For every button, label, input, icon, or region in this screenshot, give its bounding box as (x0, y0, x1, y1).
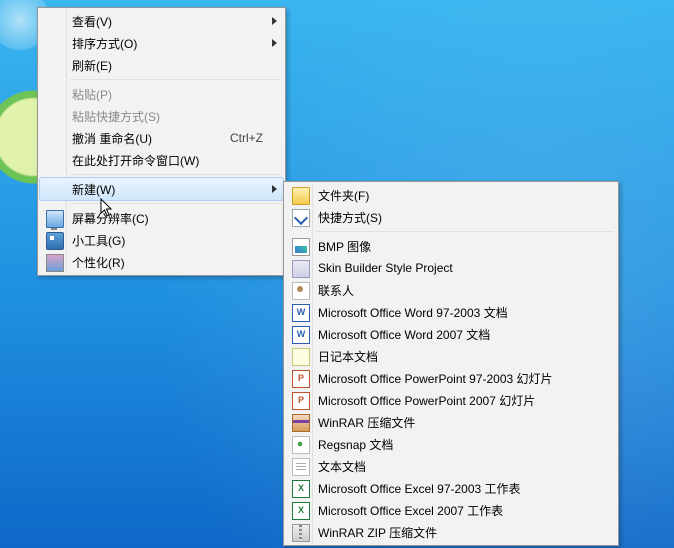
new-excel-2007[interactable]: X Microsoft Office Excel 2007 工作表 (286, 499, 616, 521)
menu-item-label: Skin Builder Style Project (318, 261, 596, 275)
new-ppt-97-2003[interactable]: P Microsoft Office PowerPoint 97-2003 幻灯片 (286, 367, 616, 389)
menu-item-label: 联系人 (318, 282, 596, 299)
menu-item-label: Microsoft Office Word 2007 文档 (318, 326, 596, 343)
new-ppt-2007[interactable]: P Microsoft Office PowerPoint 2007 幻灯片 (286, 389, 616, 411)
new-contact[interactable]: 联系人 (286, 279, 616, 301)
new-folder[interactable]: 文件夹(F) (286, 184, 616, 206)
journal-icon (292, 348, 310, 366)
monitor-icon (46, 210, 64, 228)
menu-item-label: Microsoft Office Excel 2007 工作表 (318, 502, 596, 519)
new-word-97-2003[interactable]: W Microsoft Office Word 97-2003 文档 (286, 301, 616, 323)
winrar-icon (292, 414, 310, 432)
menu-item-label: WinRAR ZIP 压缩文件 (318, 524, 596, 541)
menu-new[interactable]: 新建(W) (39, 177, 284, 201)
menu-item-label: 在此处打开命令窗口(W) (72, 152, 263, 169)
new-shortcut[interactable]: 快捷方式(S) (286, 206, 616, 228)
menu-item-label: 文本文档 (318, 458, 596, 475)
desktop-context-menu[interactable]: 查看(V) 排序方式(O) 刷新(E) 粘贴(P) 粘贴快捷方式(S) 撤消 重命名(U)… (37, 7, 286, 276)
menu-item-label: 个性化(R) (72, 254, 263, 271)
submenu-arrow-icon (272, 185, 277, 193)
menu-separator (70, 174, 281, 175)
menu-item-label: 排序方式(O) (72, 35, 263, 52)
text-file-icon (292, 458, 310, 476)
menu-item-label: 刷新(E) (72, 57, 263, 74)
menu-sort-by[interactable]: 排序方式(O) (40, 32, 283, 54)
new-journal[interactable]: 日记本文档 (286, 345, 616, 367)
menu-item-label: 快捷方式(S) (318, 209, 596, 226)
new-bmp-image[interactable]: BMP 图像 (286, 235, 616, 257)
menu-item-shortcut: Ctrl+Z (212, 131, 263, 145)
word-doc-icon: W (292, 304, 310, 322)
menu-item-label: 文件夹(F) (318, 187, 596, 204)
menu-refresh[interactable]: 刷新(E) (40, 54, 283, 76)
menu-item-label: 新建(W) (72, 181, 263, 198)
menu-separator (70, 203, 281, 204)
menu-item-label: 查看(V) (72, 13, 263, 30)
new-submenu[interactable]: 文件夹(F) 快捷方式(S) BMP 图像 Skin Builder Style Pr… (283, 181, 619, 546)
menu-undo-rename[interactable]: 撤消 重命名(U)Ctrl+Z (40, 127, 283, 149)
menu-item-label: 日记本文档 (318, 348, 596, 365)
menu-item-label: 撤消 重命名(U) (72, 130, 212, 147)
skin-project-icon (292, 260, 310, 278)
bmp-icon (292, 238, 310, 256)
menu-item-label: Microsoft Office Excel 97-2003 工作表 (318, 480, 596, 497)
new-winrar-zip[interactable]: WinRAR ZIP 压缩文件 (286, 521, 616, 543)
menu-view[interactable]: 查看(V) (40, 10, 283, 32)
excel-xlsx-icon: X (292, 502, 310, 520)
menu-item-label: 粘贴(P) (72, 86, 263, 103)
excel-xls-icon: X (292, 480, 310, 498)
menu-item-label: Microsoft Office Word 97-2003 文档 (318, 304, 596, 321)
gadget-icon (46, 232, 64, 250)
menu-separator (316, 231, 614, 232)
folder-icon (292, 187, 310, 205)
menu-personalize[interactable]: 个性化(R) (40, 251, 283, 273)
desktop: 查看(V) 排序方式(O) 刷新(E) 粘贴(P) 粘贴快捷方式(S) 撤消 重命名(U)… (0, 0, 674, 548)
menu-item-label: 屏幕分辨率(C) (72, 210, 263, 227)
menu-gadgets[interactable]: 小工具(G) (40, 229, 283, 251)
submenu-arrow-icon (272, 17, 277, 25)
new-regsnap[interactable]: Regsnap 文档 (286, 433, 616, 455)
menu-item-label: BMP 图像 (318, 238, 596, 255)
word-docx-icon: W (292, 326, 310, 344)
personalize-icon (46, 254, 64, 272)
menu-open-cmd-here[interactable]: 在此处打开命令窗口(W) (40, 149, 283, 171)
shortcut-icon (292, 209, 310, 227)
powerpoint-ppt-icon: P (292, 370, 310, 388)
submenu-arrow-icon (272, 39, 277, 47)
new-text-document[interactable]: 文本文档 (286, 455, 616, 477)
powerpoint-pptx-icon: P (292, 392, 310, 410)
new-word-2007[interactable]: W Microsoft Office Word 2007 文档 (286, 323, 616, 345)
menu-item-label: WinRAR 压缩文件 (318, 414, 596, 431)
menu-paste: 粘贴(P) (40, 83, 283, 105)
menu-paste-shortcut: 粘贴快捷方式(S) (40, 105, 283, 127)
regsnap-icon (292, 436, 310, 454)
menu-item-label: Microsoft Office PowerPoint 97-2003 幻灯片 (318, 370, 596, 387)
menu-item-label: Microsoft Office PowerPoint 2007 幻灯片 (318, 392, 596, 409)
new-skin-builder-project[interactable]: Skin Builder Style Project (286, 257, 616, 279)
new-winrar-archive[interactable]: WinRAR 压缩文件 (286, 411, 616, 433)
menu-item-label: 粘贴快捷方式(S) (72, 108, 263, 125)
new-excel-97-2003[interactable]: X Microsoft Office Excel 97-2003 工作表 (286, 477, 616, 499)
menu-item-label: 小工具(G) (72, 232, 263, 249)
menu-separator (70, 79, 281, 80)
winrar-zip-icon (292, 524, 310, 542)
menu-item-label: Regsnap 文档 (318, 436, 596, 453)
menu-screen-resolution[interactable]: 屏幕分辨率(C) (40, 207, 283, 229)
contact-icon (292, 282, 310, 300)
